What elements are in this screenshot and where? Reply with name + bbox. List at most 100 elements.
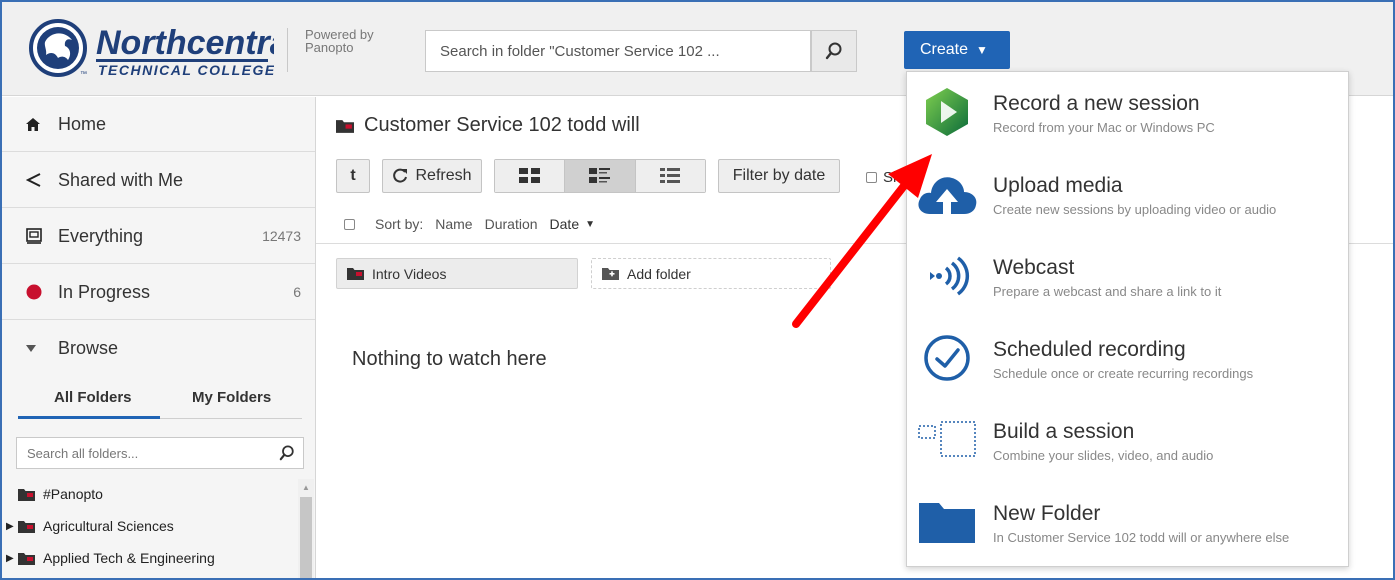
menu-item-upload-media[interactable]: Upload media Create new sessions by uplo…: [907, 154, 1350, 236]
sort-direction-icon[interactable]: ▼: [585, 219, 595, 230]
tree-item[interactable]: ▶ Agricultural Sciences: [2, 511, 298, 541]
add-folder-icon: [602, 268, 619, 280]
add-folder-button[interactable]: Add folder: [591, 258, 831, 289]
grid-view-icon: [518, 168, 540, 183]
view-detail-button[interactable]: [565, 160, 636, 192]
build-session-icon: [915, 414, 979, 466]
menu-item-subtitle: Schedule once or create recurring record…: [993, 366, 1254, 381]
menu-item-subtitle: Create new sessions by uploading video o…: [993, 202, 1277, 217]
sidebar-item-label: Shared with Me: [58, 169, 184, 190]
sort-duration-option[interactable]: Duration: [485, 216, 538, 232]
search-button[interactable]: [811, 30, 857, 72]
clock-icon: [915, 332, 979, 384]
folder-icon: [336, 119, 354, 133]
menu-item-record-session[interactable]: Record a new session Record from your Ma…: [907, 72, 1350, 154]
menu-item-subtitle: Combine your slides, video, and audio: [993, 448, 1214, 463]
tree-item[interactable]: ▶ Applied Tech & Engineering: [2, 543, 298, 573]
search-icon: [825, 42, 842, 60]
folder-tabs: All Folders My Folders: [18, 379, 302, 419]
up-arrow-icon: t: [350, 167, 356, 184]
menu-item-scheduled-recording[interactable]: Scheduled recording Schedule once or cre…: [907, 318, 1350, 400]
northcentral-logo[interactable]: Northcentral TECHNICAL COLLEGE ™: [28, 18, 300, 78]
everything-icon: [26, 228, 48, 244]
tab-my-folders[interactable]: My Folders: [192, 389, 271, 406]
logo-separator: [287, 28, 288, 72]
menu-item-title: Build a session: [993, 420, 1135, 443]
view-list-button[interactable]: [635, 160, 705, 192]
refresh-icon: [393, 168, 408, 183]
sort-name-option[interactable]: Name: [435, 216, 472, 232]
folder-tree-scrollbar[interactable]: ▲: [298, 479, 314, 578]
view-thumbnail-button[interactable]: [495, 160, 566, 192]
menu-item-title: Upload media: [993, 174, 1123, 197]
scroll-thumb[interactable]: [300, 497, 312, 578]
search-all-folders-input[interactable]: Search all folders...: [16, 437, 304, 469]
sidebar-item-browse[interactable]: Browse: [2, 321, 315, 376]
app-window: Northcentral TECHNICAL COLLEGE ™ Powered…: [0, 0, 1395, 580]
home-icon: [26, 117, 48, 131]
in-progress-count: 6: [293, 284, 301, 300]
sidebar: Home Shared with Me Everything 12473 In …: [2, 97, 316, 578]
page-title-text: Customer Service 102 todd will: [364, 114, 640, 136]
create-button[interactable]: Create ▼: [904, 31, 1010, 69]
webcast-icon: [915, 250, 979, 302]
tree-item-label: Agricultural Sciences: [43, 518, 174, 534]
search-icon: [279, 445, 294, 461]
menu-item-title: Record a new session: [993, 92, 1200, 115]
folder-icon: [18, 488, 35, 501]
menu-item-build-session[interactable]: Build a session Combine your slides, vid…: [907, 400, 1350, 482]
folder-search-input[interactable]: Search in folder "Customer Service 102 .…: [425, 30, 811, 72]
page-title: Customer Service 102 todd will: [336, 114, 640, 137]
tree-item-label: #Panopto: [43, 486, 103, 502]
detail-view-icon: [588, 168, 610, 183]
menu-item-webcast[interactable]: Webcast Prepare a webcast and share a li…: [907, 236, 1350, 318]
folder-icon: [347, 268, 364, 280]
svg-text:™: ™: [80, 71, 87, 78]
triangle-down-icon: [26, 344, 48, 353]
refresh-label: Refresh: [415, 167, 472, 184]
show-checkbox[interactable]: [866, 172, 877, 183]
create-button-label: Create: [920, 41, 969, 58]
list-view-icon: [660, 168, 681, 183]
scroll-up-icon[interactable]: ▲: [302, 483, 310, 492]
expand-arrow-icon[interactable]: ▶: [2, 553, 18, 564]
svg-text:TECHNICAL COLLEGE: TECHNICAL COLLEGE: [98, 62, 274, 78]
active-tab-indicator: [18, 416, 160, 419]
cloud-upload-icon: [915, 168, 979, 220]
sidebar-item-label: Home: [58, 113, 107, 134]
menu-item-subtitle: In Customer Service 102 todd will or any…: [993, 530, 1290, 545]
show-option[interactable]: Sh: [866, 169, 901, 186]
sidebar-item-label: Everything: [58, 225, 144, 246]
svg-text:Northcentral: Northcentral: [96, 24, 274, 62]
sidebar-item-home[interactable]: Home: [2, 97, 315, 152]
sidebar-item-everything[interactable]: Everything 12473: [2, 209, 315, 264]
select-all-checkbox[interactable]: [344, 218, 355, 230]
view-mode-group: [494, 159, 706, 193]
panopto-record-icon: [915, 86, 979, 138]
menu-item-new-folder[interactable]: New Folder In Customer Service 102 todd …: [907, 482, 1350, 564]
search-all-folders-placeholder: Search all folders...: [27, 445, 139, 461]
powered-by-text: Powered by Panopto: [305, 28, 374, 54]
up-folder-button[interactable]: t: [336, 159, 370, 193]
menu-item-title: Webcast: [993, 256, 1075, 279]
folder-icon: [915, 496, 979, 548]
folder-tile-intro-videos[interactable]: Intro Videos: [336, 258, 578, 289]
create-dropdown-menu: Record a new session Record from your Ma…: [906, 71, 1349, 567]
sidebar-item-label: In Progress: [58, 281, 151, 302]
tab-all-folders[interactable]: All Folders: [54, 389, 132, 406]
powered-by-line2: Panopto: [305, 40, 354, 55]
refresh-button[interactable]: Refresh: [382, 159, 482, 193]
filter-by-date-button[interactable]: Filter by date: [718, 159, 840, 193]
folder-tile-label: Intro Videos: [372, 265, 447, 282]
menu-item-title: Scheduled recording: [993, 338, 1186, 361]
empty-state-message: Nothing to watch here: [352, 348, 547, 370]
sidebar-item-in-progress[interactable]: In Progress 6: [2, 265, 315, 320]
tree-item-label: Applied Tech & Engineering: [43, 550, 215, 566]
sidebar-item-shared[interactable]: Shared with Me: [2, 153, 315, 208]
tree-item[interactable]: #Panopto: [2, 479, 298, 509]
expand-arrow-icon[interactable]: ▶: [2, 521, 18, 532]
sort-by-label: Sort by:: [375, 216, 424, 232]
caret-down-icon: ▼: [976, 43, 988, 57]
sort-bar: Sort by: Name Duration Date ▼: [344, 216, 607, 232]
sort-date-option[interactable]: Date: [550, 216, 580, 232]
